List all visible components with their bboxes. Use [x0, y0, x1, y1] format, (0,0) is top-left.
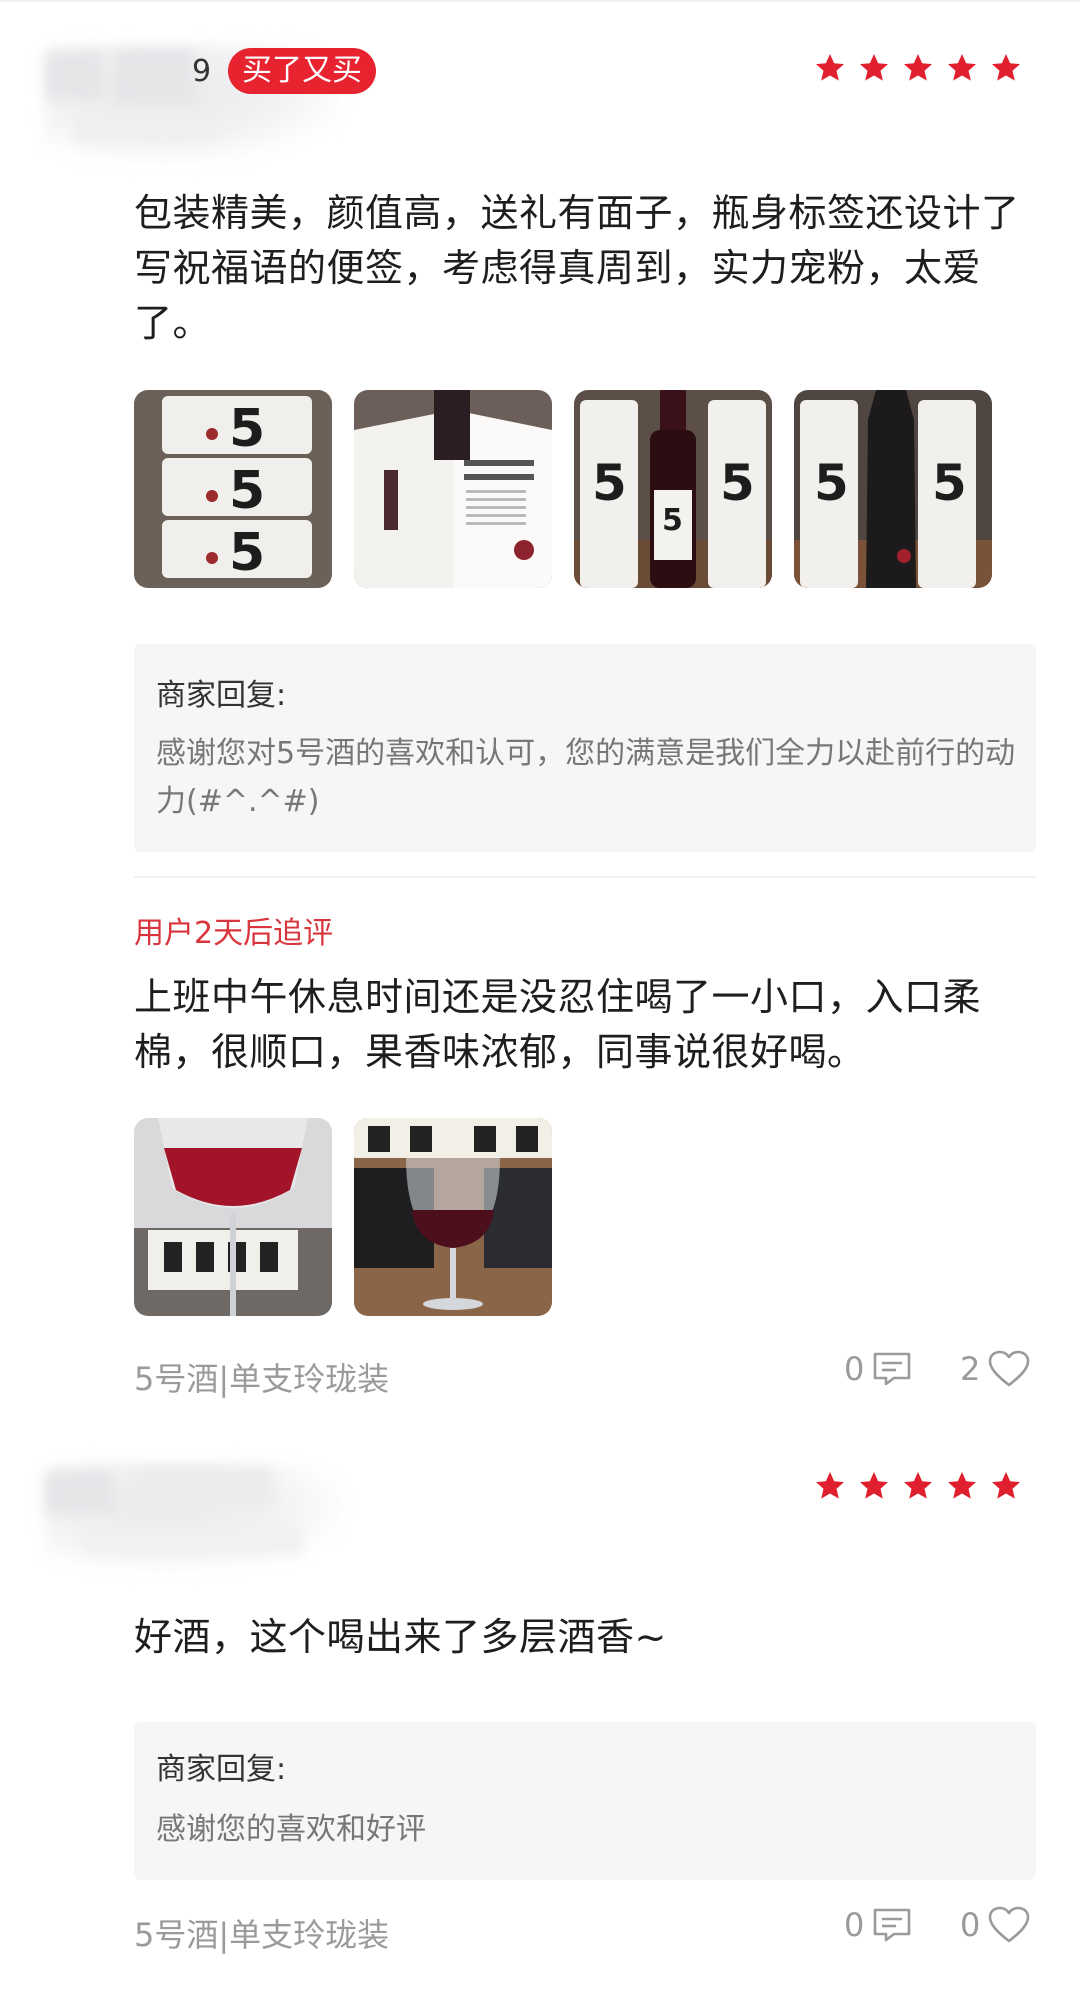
- star-icon: [816, 1472, 844, 1499]
- like-count: 2: [960, 1350, 981, 1388]
- review-card-1: 9 买了又买 包装精美，颜值高，送礼有面子，瓶身标签还设计了写祝福语的便签，考虑…: [0, 0, 1080, 1420]
- product-spec: 5号酒|单支玲珑装: [134, 1916, 390, 1954]
- svg-text:5: 5: [229, 523, 265, 583]
- review-text: 包装精美，颜值高，送礼有面子，瓶身标签还设计了写祝福语的便签，考虑得真周到，实力…: [134, 191, 1020, 345]
- review-header: 9 买了又买: [44, 44, 1036, 164]
- like-button[interactable]: 2: [960, 1350, 1030, 1388]
- comment-icon: [874, 1352, 911, 1386]
- merchant-reply: 商家回复: 感谢您的喜欢和好评: [134, 1722, 1036, 1880]
- followup-text: 上班中午休息时间还是没忍住喝了一小口，入口柔棉，很顺口，果香味浓郁，同事说很好喝…: [134, 975, 982, 1074]
- review-image-4[interactable]: 5 5: [794, 390, 992, 588]
- like-button[interactable]: 0: [960, 1906, 1030, 1944]
- blurred-avatar[interactable]: [44, 1462, 344, 1572]
- svg-text:5: 5: [662, 503, 683, 538]
- heart-icon: [989, 1350, 1030, 1387]
- merchant-reply: 商家回复: 感谢您对5号酒的喜欢和认可，您的满意是我们全力以赴前行的动力(#^.…: [134, 644, 1036, 852]
- svg-text:5: 5: [720, 454, 755, 512]
- star-icon: [816, 54, 844, 81]
- followup-image-1[interactable]: [134, 1118, 332, 1316]
- followup-image-2[interactable]: [354, 1118, 552, 1316]
- svg-text:5: 5: [932, 454, 967, 512]
- star-icon: [904, 1472, 932, 1499]
- review-image-gallery: 5 5 5 5 5 5 5 5: [134, 390, 992, 588]
- followup-image-gallery: [134, 1118, 552, 1316]
- review-image-3[interactable]: 5 5 5: [574, 390, 772, 588]
- svg-text:5: 5: [229, 399, 265, 459]
- comment-button[interactable]: 0: [844, 1350, 912, 1388]
- repurchase-badge: 买了又买: [228, 48, 376, 94]
- like-count: 0: [960, 1906, 981, 1944]
- review-image-2[interactable]: [354, 390, 552, 588]
- merchant-reply-text: 感谢您对5号酒的喜欢和认可，您的满意是我们全力以赴前行的动力(#^.^#): [156, 736, 1016, 819]
- review-card-2: 好酒，这个喝出来了多层酒香~ 商家回复: 感谢您的喜欢和好评 5号酒|单支玲珑装…: [0, 1420, 1080, 1998]
- star-icon: [860, 54, 888, 81]
- star-icon: [948, 54, 976, 81]
- svg-text:5: 5: [592, 454, 627, 512]
- product-spec: 5号酒|单支玲珑装: [134, 1360, 390, 1398]
- svg-text:5: 5: [229, 461, 265, 521]
- comment-button[interactable]: 0: [844, 1906, 912, 1944]
- comment-count: 0: [844, 1350, 865, 1388]
- star-icon: [904, 54, 932, 81]
- merchant-reply-title: 商家回复:: [156, 1752, 287, 1787]
- review-footer: 5号酒|单支玲珑装 0 2: [134, 1350, 1036, 1398]
- svg-text:5: 5: [814, 454, 849, 512]
- merchant-reply-title: 商家回复:: [156, 678, 287, 713]
- star-icon: [992, 54, 1020, 81]
- heart-icon: [989, 1906, 1030, 1943]
- review-image-1[interactable]: 5 5 5: [134, 390, 332, 588]
- review-header: [44, 1462, 1036, 1572]
- review-text: 好酒，这个喝出来了多层酒香~: [134, 1615, 667, 1659]
- followup-label: 用户2天后追评: [134, 916, 334, 951]
- star-icon: [860, 1472, 888, 1499]
- merchant-reply-text: 感谢您的喜欢和好评: [156, 1812, 426, 1847]
- star-rating: [814, 1470, 1022, 1502]
- star-icon: [992, 1472, 1020, 1499]
- star-rating: [814, 52, 1022, 84]
- username[interactable]: 9: [192, 54, 211, 89]
- star-icon: [948, 1472, 976, 1499]
- review-footer: 5号酒|单支玲珑装 0 0: [134, 1906, 1036, 1954]
- comment-count: 0: [844, 1906, 865, 1944]
- comment-icon: [874, 1908, 911, 1942]
- divider: [134, 876, 1036, 878]
